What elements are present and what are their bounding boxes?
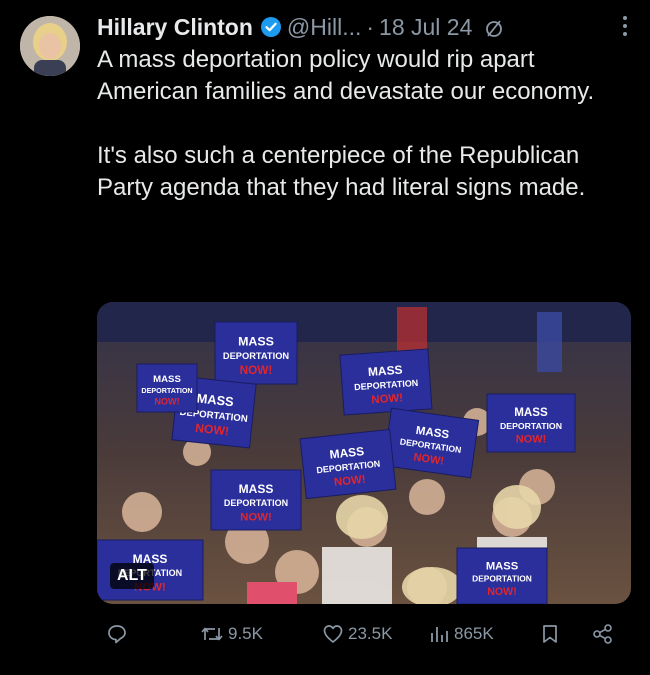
views-button[interactable]: 865K [428, 614, 494, 654]
view-count: 865K [454, 624, 494, 643]
more-options-icon[interactable] [622, 12, 628, 38]
reply-icon [108, 625, 126, 644]
sign-text: MASS [239, 482, 274, 496]
sign-text: NOW! [516, 434, 547, 446]
protest-sign: MASSDEPORTATIONNOW! [299, 428, 397, 500]
sign-text: NOW! [154, 396, 179, 406]
retweet-button[interactable]: 9.5K [200, 614, 263, 654]
author-name[interactable]: Hillary Clinton [97, 14, 253, 41]
crowd-photo: MASSDEPORTATIONNOW! MASSDEPORTATIONNOW!MA… [97, 302, 631, 604]
tweet-image[interactable]: MASS DEPORTATION NOW! MASS DEPORTATION NOW! MA… [97, 302, 631, 604]
sign-text: NOW! [240, 364, 273, 377]
sign-text: DEPORTATION [500, 421, 562, 431]
separator-dot: · [366, 13, 375, 40]
sign-text: NOW! [371, 392, 403, 406]
protest-sign: MASSDEPORTATIONNOW! [339, 348, 433, 416]
protest-sign: MASS DEPORTATION NOW! [486, 393, 576, 453]
bookmark-icon [543, 625, 557, 643]
protest-sign: MASSDEPORTATIONNOW! [136, 363, 198, 413]
avatar-image [20, 16, 80, 76]
sign-text: MASS [486, 560, 519, 572]
retweet-count: 9.5K [228, 624, 263, 643]
sign-text: MASS [153, 374, 181, 385]
retweet-icon [201, 627, 223, 641]
alt-text-badge[interactable]: ALT [110, 563, 154, 589]
protest-sign: MASS DEPORTATION NOW! [456, 547, 548, 604]
views-chart-icon [431, 627, 448, 642]
share-button[interactable] [592, 614, 618, 654]
edited-icon [484, 17, 504, 37]
protest-sign: MASS DEPORTATION NOW! [210, 469, 302, 531]
like-button[interactable]: 23.5K [322, 614, 392, 654]
protest-sign: MASS DEPORTATION NOW! [214, 321, 298, 385]
tweet-header: Hillary Clinton @Hill... · 18 Jul 24 [97, 10, 637, 44]
verified-badge-icon [260, 16, 282, 38]
share-icon [593, 624, 612, 644]
bookmark-button[interactable] [540, 614, 564, 654]
sign-text: DEPORTATION [224, 498, 288, 508]
sign-text: MASS [514, 406, 548, 419]
sign-text: DEPORTATION [472, 574, 532, 584]
author-avatar[interactable] [20, 16, 80, 76]
sign-text: DEPORTATION [223, 351, 290, 361]
sign-text: MASS [238, 335, 274, 349]
sign-text: NOW! [487, 586, 517, 598]
sign-text: MASS [367, 363, 403, 379]
tweet-date[interactable]: 18 Jul 24 [379, 14, 472, 41]
protest-sign: MASSDEPORTATIONNOW! [382, 407, 480, 479]
reply-button[interactable] [106, 614, 132, 654]
like-count: 23.5K [348, 624, 393, 643]
tweet-text: A mass deportation policy would rip apar… [97, 46, 595, 201]
tweet-actions: 9.5K 23.5K 865K [0, 614, 650, 654]
author-handle[interactable]: @Hill... [287, 14, 361, 41]
heart-icon [323, 625, 343, 643]
sign-text: NOW! [240, 511, 272, 523]
sign-text: DEPORTATION [141, 386, 192, 395]
